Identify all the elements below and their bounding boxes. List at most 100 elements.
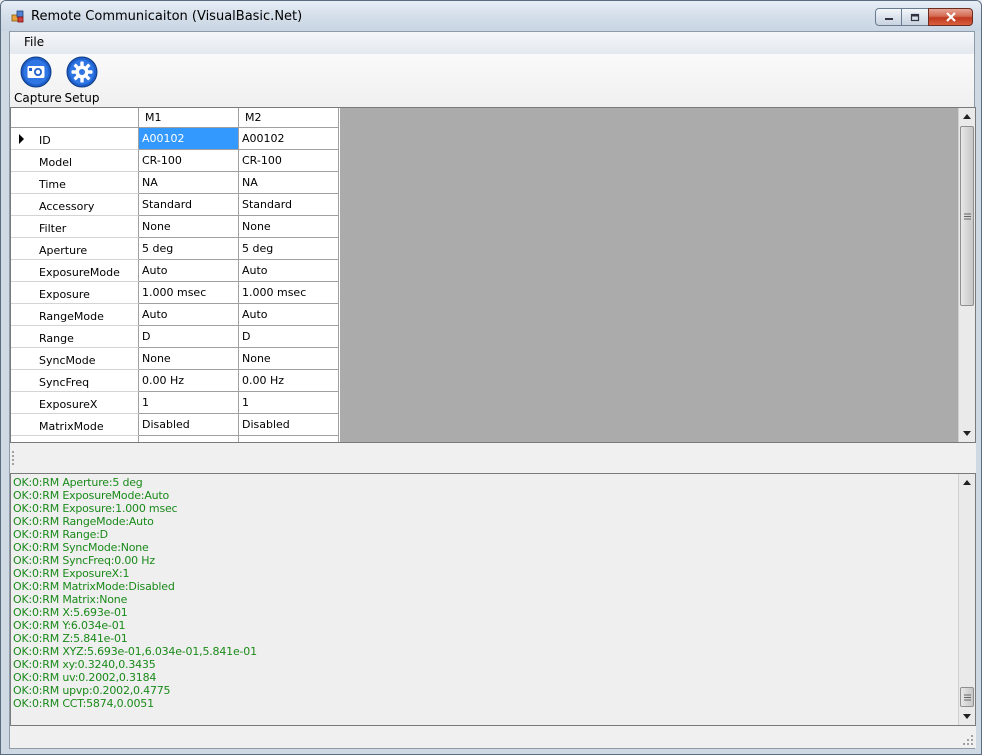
row-header-label: Range: [39, 332, 74, 345]
grid-cell[interactable]: [139, 436, 239, 442]
maximize-button[interactable]: [901, 8, 929, 26]
chevron-down-icon: [963, 714, 971, 719]
title-bar[interactable]: Remote Communicaiton (VisualBasic.Net): [1, 1, 981, 31]
log-line: OK:0:RM uv:0.2002,0.3184: [13, 671, 157, 684]
menu-file[interactable]: File: [16, 34, 52, 50]
grid-cell[interactable]: D: [139, 326, 239, 348]
scroll-up-button[interactable]: [959, 108, 975, 125]
log-line: OK:0:RM XYZ:5.693e-01,6.034e-01,5.841e-0…: [13, 645, 257, 658]
log-line: OK:0:RM ExposureX:1: [13, 567, 130, 580]
grid-cell[interactable]: CR-100: [239, 150, 339, 172]
grid-cell[interactable]: 5 deg: [139, 238, 239, 260]
grid-cell[interactable]: 0.00 Hz: [139, 370, 239, 392]
table-row[interactable]: Filter None None: [11, 216, 340, 238]
grid-cell[interactable]: D: [239, 326, 339, 348]
grid-cell[interactable]: 1.000 msec: [239, 282, 339, 304]
grid-cell[interactable]: NA: [139, 172, 239, 194]
grid-cell[interactable]: NA: [239, 172, 339, 194]
row-header[interactable]: Accessory: [11, 194, 139, 216]
grid-cell[interactable]: Disabled: [139, 414, 239, 436]
grid-cell[interactable]: A00102: [139, 128, 239, 150]
log-textbox[interactable]: OK:0:RM Aperture:5 deg OK:0:RM ExposureMo…: [10, 473, 976, 726]
status-bar: [10, 726, 976, 748]
table-row[interactable]: SyncMode None None: [11, 348, 340, 370]
setup-button[interactable]: Setup: [64, 56, 100, 105]
table-row[interactable]: ExposureMode Auto Auto: [11, 260, 340, 282]
app-icon[interactable]: [11, 10, 25, 24]
table-row[interactable]: RangeMode Auto Auto: [11, 304, 340, 326]
log-vertical-scrollbar[interactable]: [958, 474, 975, 725]
column-header-m1[interactable]: M1: [139, 108, 239, 128]
row-header[interactable]: ExposureX: [11, 392, 139, 414]
log-scroll-down-button[interactable]: [959, 708, 975, 725]
table-row[interactable]: ExposureX 1 1: [11, 392, 340, 414]
grid-cell[interactable]: 0.00 Hz: [239, 370, 339, 392]
row-header[interactable]: Exposure: [11, 282, 139, 304]
row-header[interactable]: Filter: [11, 216, 139, 238]
log-scroll-thumb[interactable]: [960, 687, 974, 707]
grid-cell[interactable]: Standard: [139, 194, 239, 216]
log-line: OK:0:RM upvp:0.2002,0.4775: [13, 684, 171, 697]
table-row[interactable]: ID A00102 A00102: [11, 128, 340, 150]
table-row[interactable]: Range D D: [11, 326, 340, 348]
scroll-thumb[interactable]: [960, 126, 974, 306]
row-header[interactable]: SyncFreq: [11, 370, 139, 392]
log-lines: OK:0:RM Aperture:5 deg OK:0:RM ExposureMo…: [13, 476, 257, 710]
table-row[interactable]: Exposure 1.000 msec 1.000 msec: [11, 282, 340, 304]
grid-cell[interactable]: None: [139, 348, 239, 370]
grid-vertical-scrollbar[interactable]: [958, 108, 975, 442]
capture-button[interactable]: Capture: [14, 56, 62, 105]
grid-cell[interactable]: Auto: [139, 304, 239, 326]
table-row-partial[interactable]: [11, 436, 340, 442]
grid-cell[interactable]: None: [239, 348, 339, 370]
grid-cell[interactable]: [239, 436, 339, 442]
row-header[interactable]: Time: [11, 172, 139, 194]
log-line: OK:0:RM Y:6.034e-01: [13, 619, 126, 632]
grid-cell[interactable]: 5 deg: [239, 238, 339, 260]
row-header[interactable]: Model: [11, 150, 139, 172]
grid-cell[interactable]: Auto: [139, 260, 239, 282]
minimize-button[interactable]: [875, 8, 902, 26]
table-row[interactable]: Aperture 5 deg 5 deg: [11, 238, 340, 260]
close-icon: [945, 12, 956, 22]
grid-cell[interactable]: Disabled: [239, 414, 339, 436]
grid-cell[interactable]: 1.000 msec: [139, 282, 239, 304]
grid-cell[interactable]: 1: [239, 392, 339, 414]
table-row[interactable]: Model CR-100 CR-100: [11, 150, 340, 172]
row-header[interactable]: RangeMode: [11, 304, 139, 326]
resize-grip-icon[interactable]: [962, 734, 974, 746]
column-header-m2[interactable]: M2: [239, 108, 339, 128]
row-header[interactable]: ID: [11, 128, 139, 150]
grid-cell[interactable]: Auto: [239, 304, 339, 326]
grip-icon: [964, 213, 971, 220]
table-row[interactable]: MatrixMode Disabled Disabled: [11, 414, 340, 436]
grip-dots-icon: [12, 451, 14, 465]
grid-cell[interactable]: None: [239, 216, 339, 238]
splitter-toolstrip[interactable]: [10, 443, 976, 473]
log-line: OK:0:RM X:5.693e-01: [13, 606, 128, 619]
grid-cell[interactable]: 1: [139, 392, 239, 414]
data-grid[interactable]: M1 M2 ID A00102 A00102 Model CR-100 CR-100 Tim…: [10, 107, 976, 443]
log-scroll-up-button[interactable]: [959, 474, 975, 491]
table-row[interactable]: Time NA NA: [11, 172, 340, 194]
table-row[interactable]: Accessory Standard Standard: [11, 194, 340, 216]
row-header[interactable]: Aperture: [11, 238, 139, 260]
row-header[interactable]: Range: [11, 326, 139, 348]
scroll-down-button[interactable]: [959, 425, 975, 442]
caption-buttons: [875, 8, 973, 26]
grid-cell[interactable]: Auto: [239, 260, 339, 282]
close-button[interactable]: [928, 8, 973, 26]
grid-cell[interactable]: A00102: [239, 128, 339, 150]
grid-cell[interactable]: Standard: [239, 194, 339, 216]
row-header[interactable]: MatrixMode: [11, 414, 139, 436]
toolbar: Capture Setup: [10, 54, 974, 106]
row-header[interactable]: [11, 436, 139, 442]
row-header[interactable]: ExposureMode: [11, 260, 139, 282]
table-row[interactable]: SyncFreq 0.00 Hz 0.00 Hz: [11, 370, 340, 392]
grid-cell[interactable]: CR-100: [139, 150, 239, 172]
grid-corner[interactable]: [11, 108, 139, 128]
grid-cell[interactable]: None: [139, 216, 239, 238]
row-header[interactable]: SyncMode: [11, 348, 139, 370]
row-header-label: Exposure: [39, 288, 90, 301]
row-header-label: Time: [39, 178, 66, 191]
